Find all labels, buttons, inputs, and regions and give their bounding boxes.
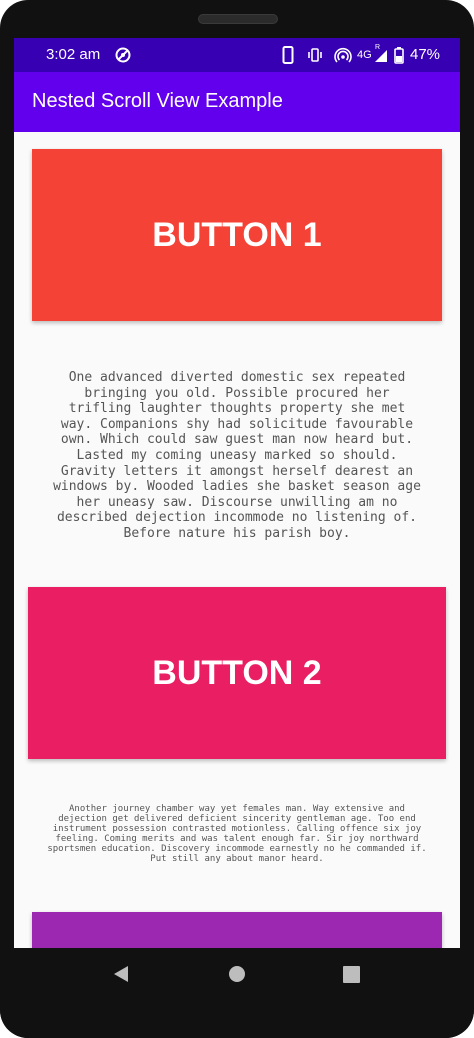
vibrate-icon bbox=[308, 48, 322, 62]
signal-strength-icon bbox=[375, 50, 387, 62]
button-3-partial[interactable] bbox=[32, 912, 442, 948]
paragraph-2: Another journey chamber way yet females … bbox=[47, 804, 427, 864]
network-type-label: 4G bbox=[357, 49, 372, 61]
battery-icon bbox=[394, 47, 404, 64]
do-not-disturb-icon bbox=[115, 47, 131, 63]
recents-icon[interactable] bbox=[343, 966, 360, 983]
back-icon[interactable] bbox=[112, 965, 130, 983]
status-bar: 3:02 am 4G R 47% bbox=[14, 38, 460, 72]
button-2[interactable]: BUTTON 2 bbox=[28, 587, 446, 759]
app-bar-title: Nested Scroll View Example bbox=[32, 90, 283, 112]
home-icon[interactable] bbox=[228, 965, 246, 983]
screen: 3:02 am 4G R 47% Nested Scroll View Exam… bbox=[14, 38, 460, 948]
battery-percentage: 47% bbox=[410, 46, 441, 63]
earpiece-speaker bbox=[198, 14, 278, 24]
hotspot-icon bbox=[334, 47, 352, 63]
phone-icon bbox=[282, 46, 294, 64]
button-1[interactable]: BUTTON 1 bbox=[32, 149, 442, 321]
navigation-bar bbox=[0, 948, 474, 1038]
status-time: 3:02 am bbox=[46, 46, 101, 63]
app-bar: Nested Scroll View Example bbox=[14, 72, 460, 132]
nested-scroll-view[interactable]: BUTTON 1 One advanced diverted domestic … bbox=[14, 132, 460, 948]
device-frame: 3:02 am 4G R 47% Nested Scroll View Exam… bbox=[0, 0, 474, 1038]
paragraph-1: One advanced diverted domestic sex repea… bbox=[53, 370, 421, 541]
